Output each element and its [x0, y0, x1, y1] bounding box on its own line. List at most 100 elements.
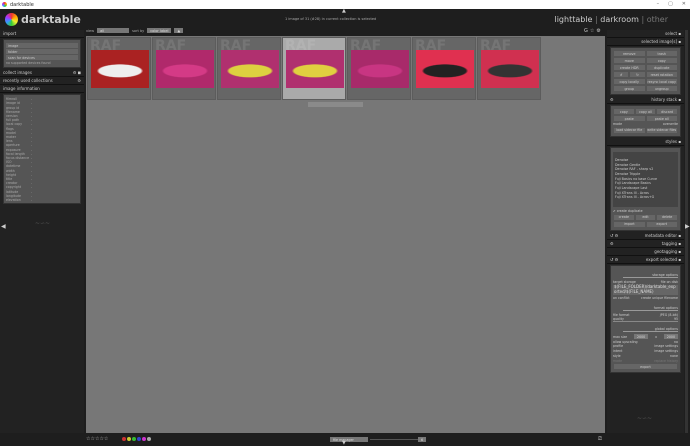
preset-icon[interactable]: ↺ ⚙ — [610, 257, 618, 262]
star-rating-filter[interactable]: ☆☆☆☆☆ — [86, 436, 108, 442]
preset-icon[interactable]: ⚙ ◼ — [73, 70, 81, 75]
right-scrollbar[interactable] — [685, 30, 688, 433]
history-stack-header[interactable]: ⚙ history stack ▪ — [607, 96, 684, 104]
max-height-input[interactable]: 2000 — [663, 334, 678, 340]
lighttable-grid: RAF RAF RAF RAF RAF RAF RAF — [86, 36, 605, 433]
display-profile-icon[interactable]: ⎚ — [598, 436, 602, 442]
styles-list[interactable]: Denoise Denoise Gentle Denoise RAF - sharp… — [613, 151, 678, 207]
style-edit-button[interactable]: edit — [635, 214, 656, 220]
on-conflict-select[interactable]: on conflict create unique filename — [613, 296, 678, 301]
thumbnail[interactable]: RAF — [152, 37, 216, 100]
styles-header[interactable]: styles ▪ — [607, 138, 684, 146]
style-delete-button[interactable]: delete — [657, 214, 677, 220]
collapse-right-arrow-icon[interactable]: ▶ — [685, 223, 690, 230]
collapse-bottom-arrow-icon[interactable]: ▼ — [342, 440, 346, 446]
view-darkroom[interactable]: darkroom — [600, 15, 639, 24]
color-label-dot[interactable] — [132, 437, 136, 441]
style-item[interactable]: Fuji XTrans III - Acros+G — [615, 195, 676, 200]
zoom-slider[interactable] — [370, 439, 418, 440]
history-copy-button[interactable]: copy — [614, 109, 634, 114]
style-create-button[interactable]: create — [614, 214, 634, 220]
collapse-left-arrow-icon[interactable]: ◀ — [1, 223, 6, 230]
maximize-button[interactable]: ▢ — [668, 1, 673, 7]
style-export-button[interactable]: export — [646, 221, 677, 227]
scan-devices-button[interactable]: scan for devices — [6, 55, 78, 60]
trash-button[interactable]: trash — [646, 51, 677, 56]
style-value: none — [670, 353, 678, 358]
import-header[interactable]: import — [0, 30, 84, 38]
thumbnail[interactable]: RAF — [412, 37, 476, 100]
style-import-button[interactable]: import — [614, 221, 645, 227]
tagging-header[interactable]: ⚙ tagging ▪ — [607, 240, 684, 248]
sort-select[interactable]: color label — [147, 28, 172, 33]
ungroup-button[interactable]: ungroup — [646, 86, 677, 91]
import-image-button[interactable]: image — [6, 43, 78, 48]
export-button[interactable]: export — [614, 364, 677, 370]
view-lighttable[interactable]: lighttable — [554, 15, 592, 24]
rotate-cw-button[interactable]: ↻ — [630, 72, 645, 77]
duplicate-button[interactable]: duplicate — [646, 65, 677, 70]
view-other[interactable]: other — [647, 15, 668, 24]
app-icon — [2, 2, 7, 7]
selected-images-header[interactable]: selected image[s] ▪ — [607, 38, 684, 46]
preset-icon[interactable]: ⚙ — [77, 78, 81, 83]
preferences-gear-icon[interactable]: ⚙ — [596, 28, 602, 34]
thumbnail[interactable]: RAF — [87, 37, 151, 100]
collapse-top-arrow-icon[interactable]: ▲ — [342, 8, 346, 14]
export-header[interactable]: ↺ ⚙ export selected ▪ — [607, 256, 684, 264]
select-header[interactable]: select ▪ — [607, 30, 684, 38]
quality-label: quality — [613, 317, 624, 322]
view-filter-select[interactable]: all — [97, 28, 130, 33]
sort-direction-button[interactable]: ▲ — [174, 28, 184, 33]
write-sidecar-button[interactable]: write sidecar files — [646, 127, 677, 133]
layout-select[interactable]: file manager — [330, 437, 368, 442]
import-folder-button[interactable]: folder — [6, 49, 78, 54]
thumbnail[interactable]: RAF — [217, 37, 281, 100]
copy-button[interactable]: copy — [646, 58, 677, 63]
minimize-button[interactable]: – — [657, 1, 660, 7]
close-button[interactable]: ✕ — [682, 1, 686, 7]
recent-title: recently used collections — [3, 78, 53, 84]
recent-collections-header[interactable]: recently used collections ⚙ — [0, 77, 84, 86]
thumbnail-image — [416, 50, 474, 88]
history-paste-button[interactable]: paste — [614, 116, 645, 121]
reset-rotation-button[interactable]: reset rotation — [646, 72, 677, 77]
export-mode-select[interactable]: mode replace history — [613, 358, 678, 363]
collect-images-header[interactable]: collect images ⚙ ◼ — [0, 69, 84, 78]
color-label-dot[interactable] — [137, 437, 141, 441]
quality-slider[interactable]: quality 95 — [613, 317, 678, 323]
rotate-ccw-button[interactable]: ↺ — [614, 72, 629, 77]
load-sidecar-button[interactable]: load sidecar file — [614, 127, 645, 133]
create-hdr-button[interactable]: create HDR — [614, 65, 645, 70]
resync-local-copy-button[interactable]: resync local copy — [646, 79, 677, 84]
copy-locally-button[interactable]: copy locally — [614, 79, 645, 84]
color-label-dot[interactable] — [147, 437, 151, 441]
remove-button[interactable]: remove — [614, 51, 645, 56]
thumbnail[interactable]: RAF — [347, 37, 411, 100]
image-information-header[interactable]: image information — [0, 85, 84, 94]
profile-label: profile — [613, 344, 624, 349]
history-paste-all-button[interactable]: paste all — [646, 116, 677, 121]
history-stack-module: copy copy all discard paste paste all mode o… — [610, 105, 681, 137]
color-label-dot[interactable] — [142, 437, 146, 441]
preset-icon[interactable]: ⚙ — [610, 97, 614, 102]
panel-ornament-icon: ~∽~ — [35, 220, 51, 227]
geotagging-header[interactable]: geotagging ▪ — [607, 248, 684, 256]
thumbnail[interactable]: RAF — [282, 37, 346, 100]
quality-value: 95 — [673, 317, 678, 322]
preset-icon[interactable]: ↺ ⚙ — [610, 233, 618, 238]
export-path-input[interactable]: $(FILE_FOLDER)/darktable_exported/$(FILE… — [613, 285, 678, 295]
export-mode-label: mode — [613, 358, 623, 363]
history-copy-all-button[interactable]: copy all — [635, 109, 656, 114]
metadata-editor-header[interactable]: ↺ ⚙ metadata editor ▪ — [607, 232, 684, 240]
color-label-dot[interactable] — [127, 437, 131, 441]
max-width-input[interactable]: 2000 — [634, 334, 649, 340]
preset-icon[interactable]: ⚙ — [610, 241, 614, 246]
zoom-input[interactable]: 6 — [418, 437, 427, 442]
color-label-dot[interactable] — [122, 437, 126, 441]
group-button[interactable]: group — [614, 86, 645, 91]
thumbnail[interactable]: RAF — [477, 37, 541, 100]
move-button[interactable]: move — [614, 58, 645, 63]
history-discard-button[interactable]: discard — [657, 109, 677, 114]
selection-status: 1 image of 31 (#28) in current collectio… — [285, 17, 377, 21]
